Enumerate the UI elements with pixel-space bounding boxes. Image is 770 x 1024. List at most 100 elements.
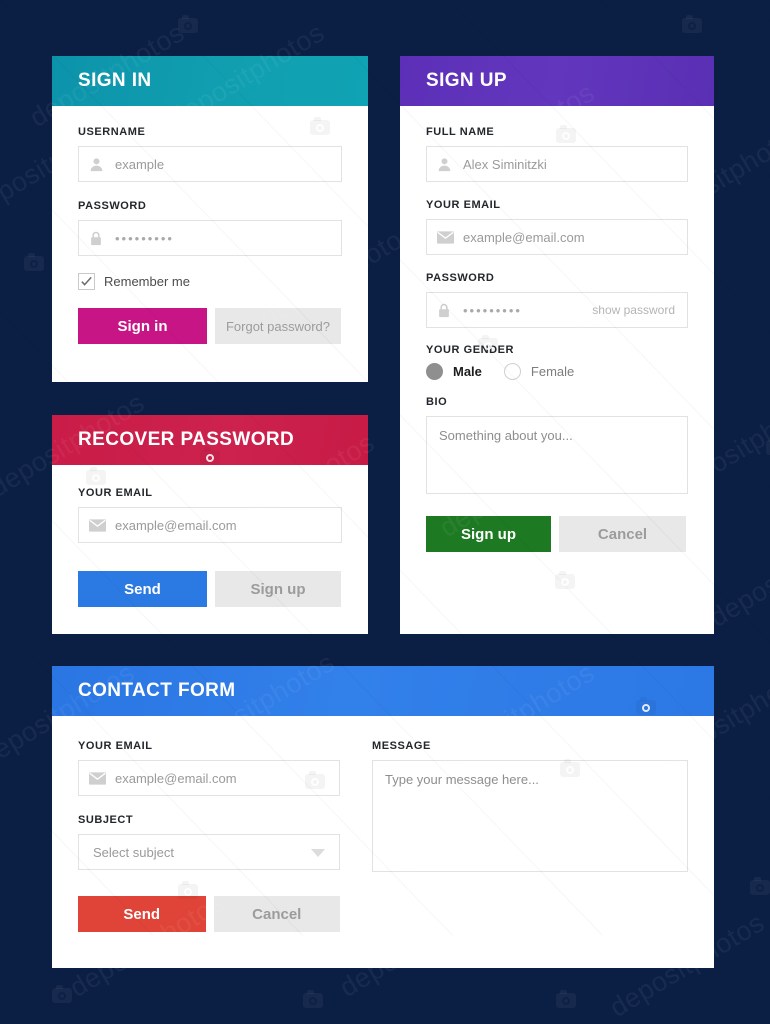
radio-male-icon[interactable] bbox=[426, 363, 443, 380]
contact-right-column: MESSAGE Type your message here... bbox=[372, 740, 688, 932]
watermark-diagonal bbox=[0, 0, 770, 1]
watermark-diagonal bbox=[450, 0, 770, 1]
sign-in-button[interactable]: Sign in bbox=[78, 308, 207, 344]
username-placeholder: example bbox=[115, 156, 165, 172]
sign-in-header: SIGN IN bbox=[52, 56, 368, 106]
contact-cancel-label: Cancel bbox=[252, 905, 302, 923]
sign-up-buttons: Sign up Cancel bbox=[426, 516, 688, 552]
contact-email-input[interactable]: example@email.com bbox=[78, 760, 340, 796]
recover-send-button[interactable]: Send bbox=[78, 571, 207, 607]
watermark-diagonal bbox=[0, 0, 3, 936]
show-password-toggle[interactable]: show password bbox=[592, 303, 675, 317]
watermark-diagonal bbox=[0, 0, 304, 1]
sign-up-cancel-label: Cancel bbox=[597, 525, 648, 543]
watermark-diagonal bbox=[0, 0, 454, 1]
signup-email-label: YOUR EMAIL bbox=[426, 199, 501, 211]
remember-me-checkbox[interactable] bbox=[78, 273, 95, 290]
recover-password-header: RECOVER PASSWORD bbox=[52, 415, 368, 465]
mail-icon bbox=[437, 230, 463, 244]
camera-icon bbox=[178, 15, 198, 33]
contact-form-card: CONTACT FORM YOUR EMAIL example@email.co… bbox=[52, 666, 714, 968]
full-name-label: FULL NAME bbox=[426, 126, 495, 138]
contact-left-column: YOUR EMAIL example@email.com SUBJECT Sel… bbox=[78, 740, 340, 932]
remember-me-label: Remember me bbox=[104, 274, 190, 289]
camera-icon bbox=[556, 990, 576, 1008]
forgot-password-label: Forgot password? bbox=[225, 318, 331, 334]
contact-form-buttons: Send Cancel bbox=[78, 896, 340, 932]
message-label: MESSAGE bbox=[372, 740, 431, 752]
gender-option-female[interactable]: Female bbox=[503, 363, 575, 380]
sign-up-button[interactable]: Sign up bbox=[426, 516, 551, 552]
mail-icon bbox=[89, 771, 115, 785]
bio-placeholder: Something about you... bbox=[439, 428, 573, 443]
gender-label: YOUR GENDER bbox=[426, 344, 514, 356]
gender-male-label: Male bbox=[453, 364, 482, 379]
watermark-diagonal bbox=[150, 0, 770, 1]
recover-password-buttons: Send Sign up bbox=[78, 571, 342, 607]
sign-in-title: SIGN IN bbox=[78, 70, 152, 91]
sign-in-buttons: Sign in Forgot password? bbox=[78, 308, 342, 344]
full-name-placeholder: Alex Siminitzki bbox=[463, 156, 547, 172]
signup-password-label: PASSWORD bbox=[426, 272, 495, 284]
recover-email-placeholder: example@email.com bbox=[115, 517, 237, 533]
contact-email-placeholder: example@email.com bbox=[115, 770, 237, 786]
recover-signup-button[interactable]: Sign up bbox=[215, 571, 341, 607]
username-label: USERNAME bbox=[78, 126, 146, 138]
gender-female-label: Female bbox=[530, 364, 575, 379]
forgot-password-button[interactable]: Forgot password? bbox=[215, 308, 341, 344]
password-value: ••••••••• bbox=[115, 230, 174, 246]
subject-label: SUBJECT bbox=[78, 814, 134, 826]
camera-icon bbox=[750, 877, 770, 895]
watermark-diagonal bbox=[600, 0, 770, 1]
sign-in-card: SIGN IN USERNAME example PASSWORD ••••••… bbox=[52, 56, 368, 382]
user-icon bbox=[89, 157, 115, 172]
subject-select[interactable]: Select subject bbox=[78, 834, 340, 870]
sign-up-cancel-button[interactable]: Cancel bbox=[559, 516, 686, 552]
recover-password-card: RECOVER PASSWORD YOUR EMAIL example@emai… bbox=[52, 415, 368, 634]
recover-email-label: YOUR EMAIL bbox=[78, 487, 153, 499]
recover-signup-label: Sign up bbox=[250, 580, 306, 598]
camera-icon bbox=[766, 440, 770, 455]
contact-email-label: YOUR EMAIL bbox=[78, 740, 153, 752]
recover-email-input[interactable]: example@email.com bbox=[78, 507, 342, 543]
user-icon bbox=[437, 157, 463, 172]
contact-send-label: Send bbox=[123, 905, 161, 923]
watermark-text: depositphotos bbox=[704, 517, 770, 633]
camera-icon bbox=[303, 990, 323, 1008]
sign-up-title: SIGN UP bbox=[426, 70, 507, 91]
watermark-diagonal bbox=[0, 0, 604, 1]
signup-email-placeholder: example@email.com bbox=[463, 229, 585, 245]
signup-password-input[interactable]: ••••••••• show password bbox=[426, 292, 688, 328]
watermark-diagonal bbox=[750, 0, 770, 1]
message-placeholder: Type your message here... bbox=[385, 772, 539, 787]
password-input[interactable]: ••••••••• bbox=[78, 220, 342, 256]
contact-form-header: CONTACT FORM bbox=[52, 666, 714, 716]
sign-in-button-label: Sign in bbox=[117, 317, 168, 335]
signup-password-value: ••••••••• bbox=[463, 302, 522, 318]
full-name-input[interactable]: Alex Siminitzki bbox=[426, 146, 688, 182]
sign-up-card: SIGN UP FULL NAME Alex Siminitzki YOUR E… bbox=[400, 56, 714, 634]
camera-icon bbox=[24, 253, 44, 271]
watermark-diagonal bbox=[749, 0, 770, 936]
sign-up-button-label: Sign up bbox=[461, 525, 516, 543]
subject-placeholder: Select subject bbox=[93, 844, 174, 860]
message-textarea[interactable]: Type your message here... bbox=[372, 760, 688, 872]
password-label: PASSWORD bbox=[78, 200, 147, 212]
username-input[interactable]: example bbox=[78, 146, 342, 182]
camera-icon bbox=[682, 15, 702, 33]
bio-textarea[interactable]: Something about you... bbox=[426, 416, 688, 494]
contact-send-button[interactable]: Send bbox=[78, 896, 206, 932]
signup-email-input[interactable]: example@email.com bbox=[426, 219, 688, 255]
bio-label: BIO bbox=[426, 396, 448, 408]
remember-me-row[interactable]: Remember me bbox=[78, 273, 342, 290]
gender-option-male[interactable]: Male bbox=[426, 363, 482, 380]
contact-form-title: CONTACT FORM bbox=[78, 680, 236, 701]
camera-icon bbox=[52, 985, 72, 1003]
contact-cancel-button[interactable]: Cancel bbox=[213, 896, 340, 932]
chevron-down-icon[interactable] bbox=[311, 849, 325, 857]
radio-female-icon[interactable] bbox=[503, 363, 521, 380]
mail-icon bbox=[89, 518, 115, 532]
watermark-diagonal bbox=[0, 0, 754, 1]
watermark-diagonal bbox=[300, 0, 770, 1]
sign-up-header: SIGN UP bbox=[400, 56, 714, 106]
